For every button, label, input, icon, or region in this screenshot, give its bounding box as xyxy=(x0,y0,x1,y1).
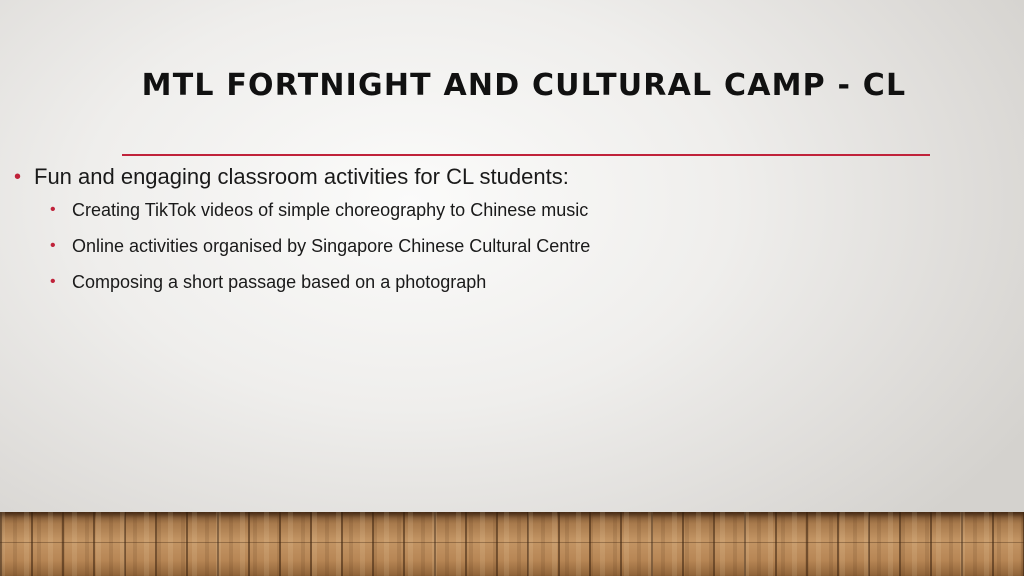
bullet-item: • Fun and engaging classroom activities … xyxy=(14,162,974,192)
title-underline xyxy=(122,154,930,156)
sub-bullet-item: • Composing a short passage based on a p… xyxy=(50,270,974,294)
floor-joint xyxy=(0,542,1024,543)
floor-grain xyxy=(0,512,1024,576)
sub-bullet-item: • Online activities organised by Singapo… xyxy=(50,234,974,258)
wooden-floor-decoration xyxy=(0,512,1024,576)
slide: MTL FORTNIGHT AND CULTURAL CAMP - CL • F… xyxy=(0,0,1024,576)
sub-bullet-list: • Creating TikTok videos of simple chore… xyxy=(50,198,974,294)
slide-content: • Fun and engaging classroom activities … xyxy=(14,162,974,306)
bullet-dot-icon: • xyxy=(14,166,22,188)
sub-bullet-item: • Creating TikTok videos of simple chore… xyxy=(50,198,974,222)
bullet-text: Fun and engaging classroom activities fo… xyxy=(34,164,569,189)
sub-bullet-text: Creating TikTok videos of simple choreog… xyxy=(72,200,589,220)
bullet-dot-icon: • xyxy=(50,201,56,218)
slide-title: MTL FORTNIGHT AND CULTURAL CAMP - CL xyxy=(141,68,907,103)
sub-bullet-text: Online activities organised by Singapore… xyxy=(72,236,591,256)
bullet-dot-icon: • xyxy=(50,237,56,254)
sub-bullet-text: Composing a short passage based on a pho… xyxy=(72,272,487,292)
bullet-dot-icon: • xyxy=(50,273,56,290)
